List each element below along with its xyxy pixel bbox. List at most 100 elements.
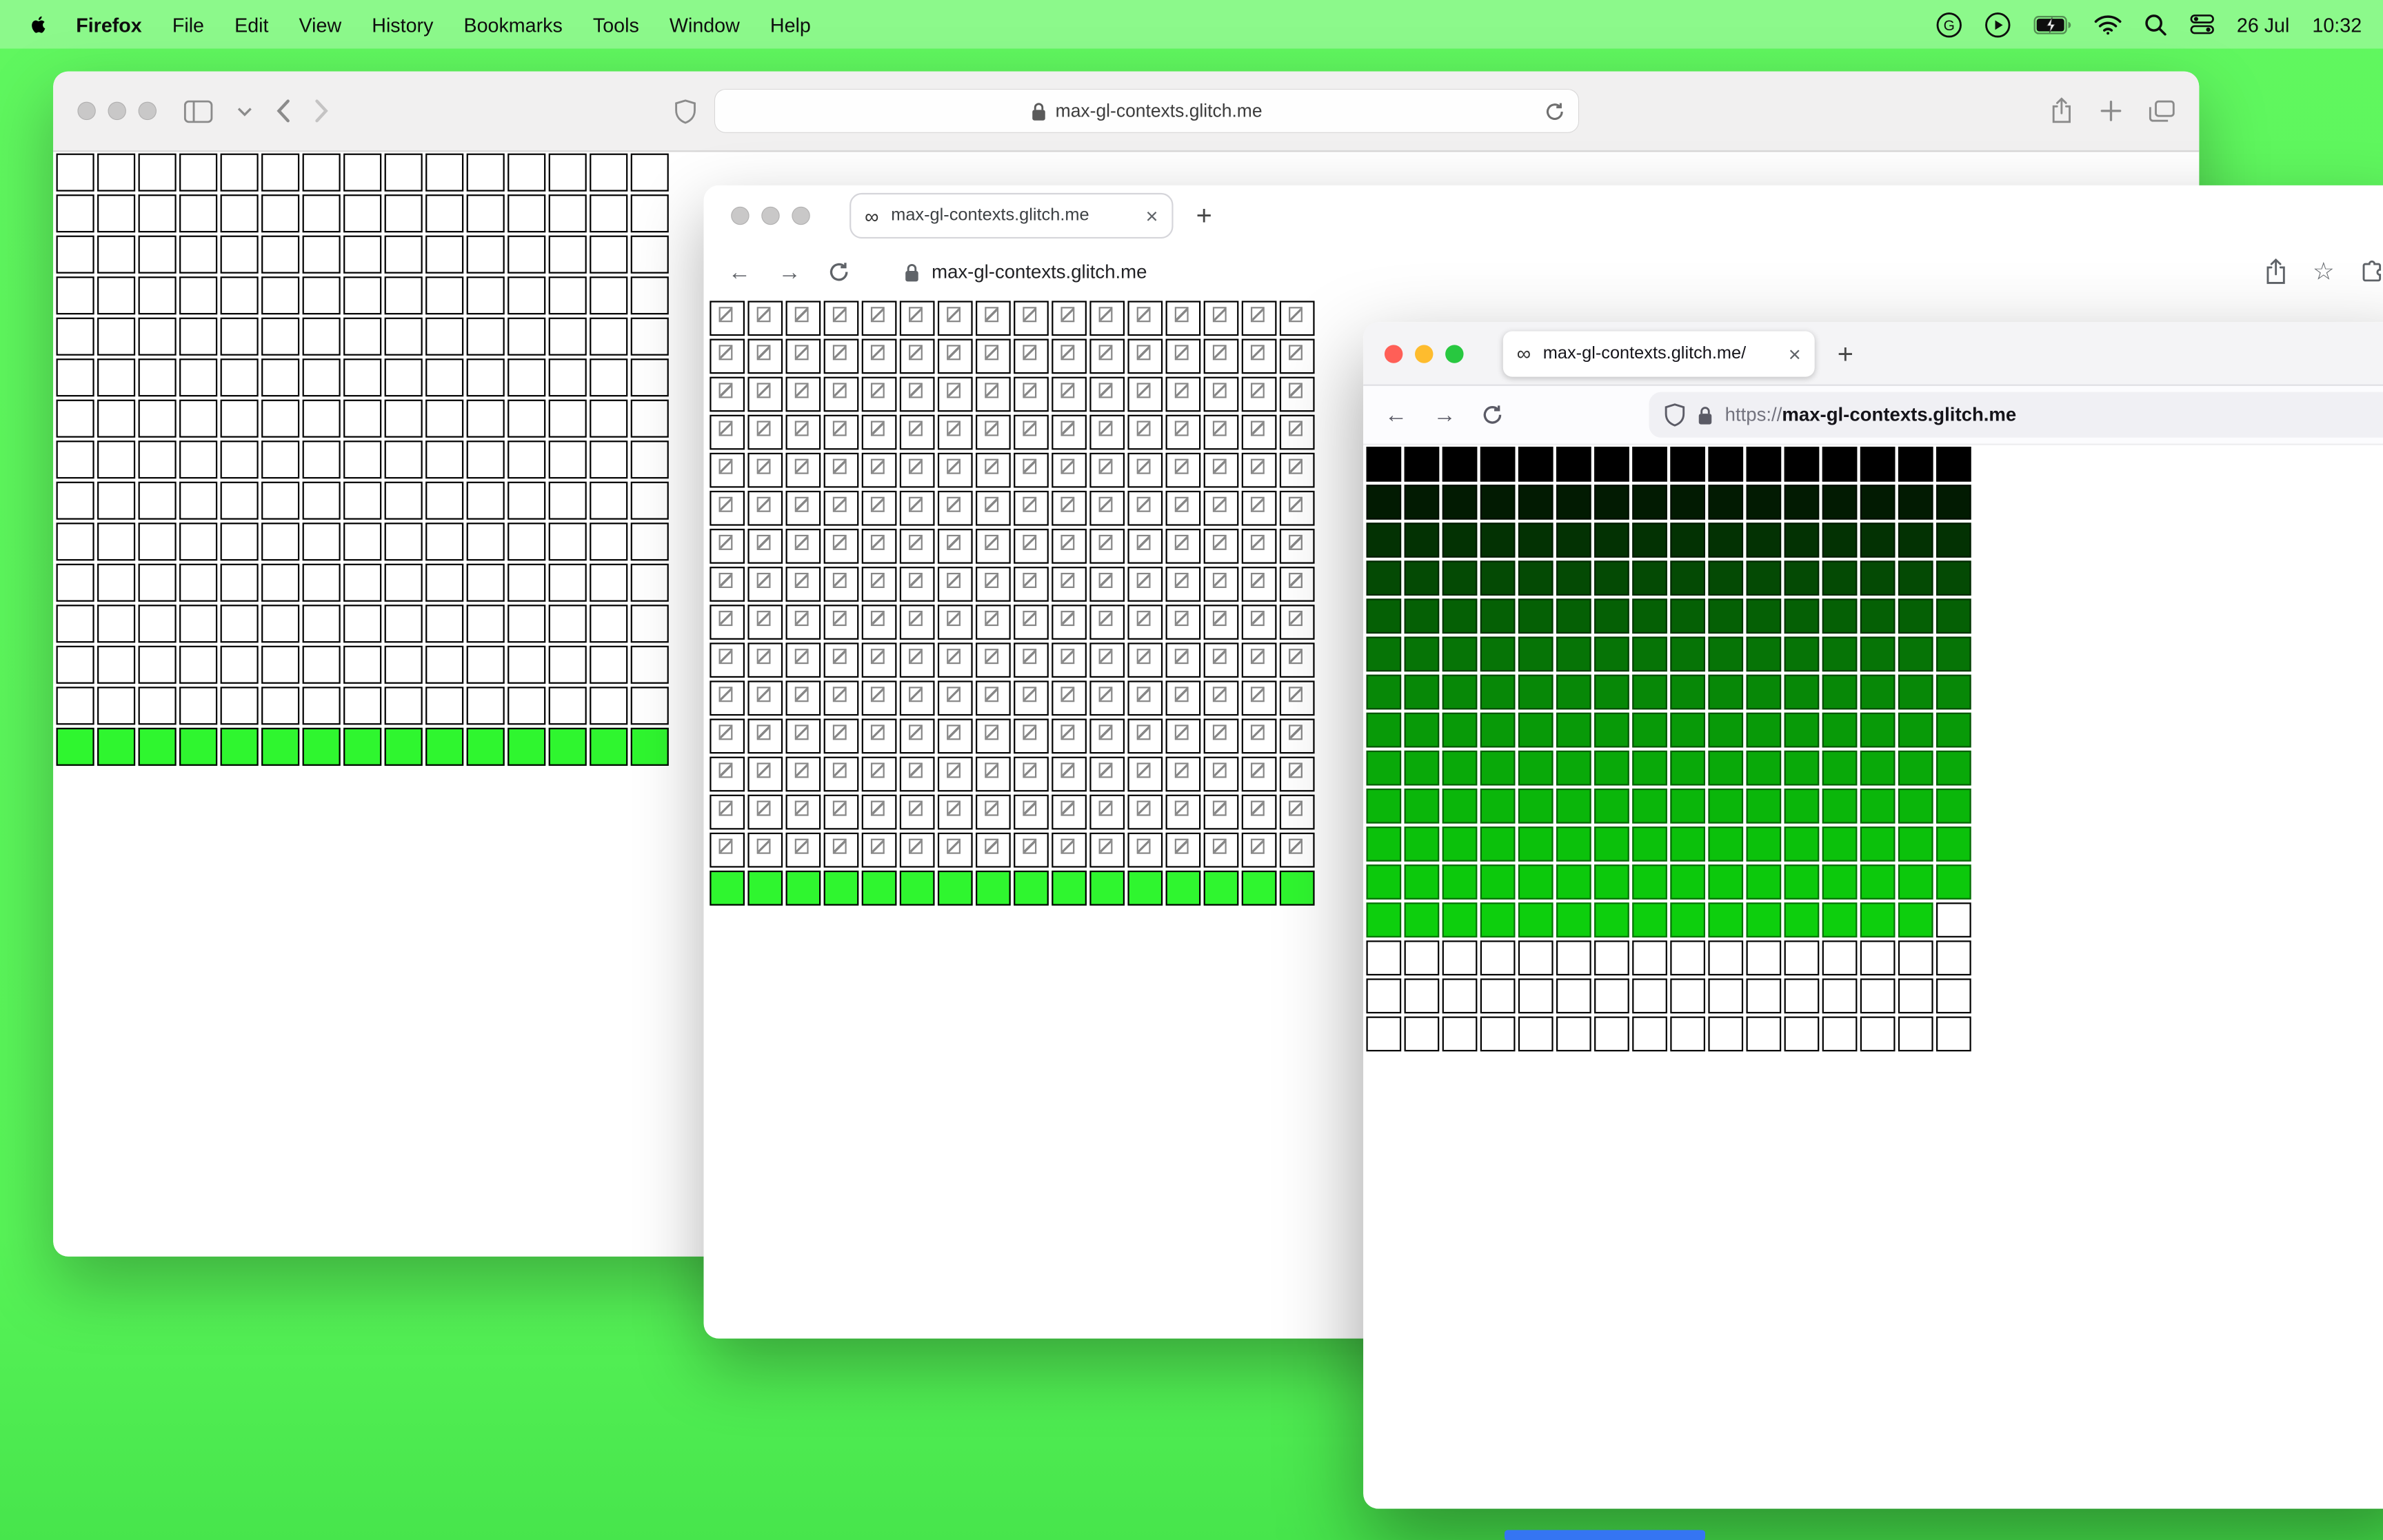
firefox-address-bar[interactable]: https://max-gl-contexts.glitch.me [1649, 392, 2383, 438]
close-tab-icon[interactable]: × [1789, 343, 1801, 364]
menu-window[interactable]: Window [654, 13, 755, 36]
broken-image-icon [1136, 725, 1151, 740]
back-icon[interactable]: ← [728, 261, 751, 283]
menu-file[interactable]: File [157, 13, 219, 36]
menu-view[interactable]: View [284, 13, 357, 36]
extensions-puzzle-icon[interactable] [2360, 260, 2383, 284]
close-window-button[interactable] [77, 101, 96, 121]
share-icon[interactable] [2264, 258, 2286, 286]
share-icon[interactable] [2050, 97, 2073, 125]
menu-history[interactable]: History [356, 13, 448, 36]
grid-cell [56, 276, 94, 315]
lock-icon[interactable] [1698, 405, 1713, 425]
grid-cell [1241, 414, 1277, 450]
safari-address-bar[interactable]: max-gl-contexts.glitch.me [715, 90, 1578, 132]
menu-tools[interactable]: Tools [578, 13, 654, 36]
grid-cell [630, 727, 669, 766]
wifi-icon[interactable] [2094, 14, 2122, 34]
broken-image-icon [947, 572, 961, 588]
firefox-active-tab[interactable]: ∞ max-gl-contexts.glitch.me/ × [1502, 330, 1815, 376]
broken-image-icon [1098, 534, 1113, 550]
reload-icon[interactable] [1545, 101, 1565, 121]
broken-image-icon [756, 611, 771, 627]
grid-cell [899, 870, 935, 906]
broken-image-icon [1212, 725, 1227, 740]
menubar-app-name[interactable]: Firefox [61, 13, 157, 36]
bookmark-star-icon[interactable]: ☆ [2313, 256, 2335, 287]
tab-overview-icon[interactable] [2149, 99, 2175, 122]
battery-charging-icon[interactable] [2033, 14, 2071, 34]
lock-icon[interactable] [904, 262, 919, 282]
new-tab-button[interactable]: + [1838, 340, 1853, 367]
menubar-date[interactable]: 26 Jul [2237, 13, 2289, 36]
grid-cell [1670, 447, 1705, 482]
close-window-button[interactable] [731, 206, 750, 225]
reload-icon[interactable] [1482, 404, 1503, 425]
apple-menu[interactable] [21, 12, 61, 37]
grid-cell [466, 645, 505, 684]
tracking-protection-shield-icon[interactable] [1664, 403, 1685, 427]
spotlight-search-icon[interactable] [2144, 13, 2166, 36]
reload-icon[interactable] [828, 261, 849, 283]
back-icon[interactable] [276, 99, 290, 123]
sidebar-toggle-icon[interactable] [183, 99, 213, 123]
grid-cell [823, 718, 859, 754]
menu-help[interactable]: Help [755, 13, 826, 36]
grid-cell [1203, 718, 1239, 754]
broken-image-icon [1174, 800, 1189, 816]
grid-cell [138, 194, 177, 233]
privacy-shield-icon[interactable] [674, 98, 697, 123]
minimize-window-button[interactable] [761, 206, 780, 225]
new-tab-button[interactable]: + [1196, 202, 1212, 230]
zoom-window-button[interactable] [138, 101, 157, 121]
control-center-icon[interactable] [2189, 12, 2214, 37]
broken-image-icon [1212, 496, 1227, 512]
grid-cell [56, 645, 94, 684]
grid-cell [466, 563, 505, 602]
broken-image-icon [1098, 345, 1113, 361]
grid-cell [1165, 529, 1201, 564]
grid-cell [1670, 978, 1705, 1014]
minimize-window-button[interactable] [1415, 344, 1434, 363]
broken-image-icon [718, 762, 733, 778]
grid-cell [1165, 301, 1201, 336]
zoom-window-button[interactable] [792, 206, 810, 225]
forward-icon[interactable] [314, 99, 328, 123]
chrome-active-tab[interactable]: ∞ max-gl-contexts.glitch.me × [849, 192, 1174, 239]
menubar-clock[interactable]: 10:32 [2312, 13, 2362, 36]
grid-cell [1518, 750, 1554, 786]
grid-cell [1404, 636, 1440, 672]
grammarly-icon[interactable]: G [1935, 12, 1962, 37]
broken-image-icon [794, 572, 809, 588]
chrome-address-bar[interactable]: max-gl-contexts.glitch.me [932, 261, 1147, 283]
dock-peek-window[interactable] [1505, 1530, 1705, 1540]
broken-image-icon [1098, 496, 1113, 512]
grid-cell [1052, 376, 1087, 412]
menu-edit[interactable]: Edit [219, 13, 283, 36]
grid-cell [261, 645, 300, 684]
grid-cell [138, 645, 177, 684]
grid-cell [1442, 447, 1478, 482]
grid-cell [747, 870, 783, 906]
play-circle-icon[interactable] [1984, 12, 2010, 37]
forward-icon[interactable]: → [1433, 403, 1456, 426]
grid-cell [1279, 605, 1315, 640]
back-icon[interactable]: ← [1385, 403, 1407, 426]
broken-image-icon [1098, 725, 1113, 740]
minimize-window-button[interactable] [108, 101, 126, 121]
grid-cell [548, 687, 587, 725]
grid-cell [710, 301, 745, 336]
grid-cell [179, 153, 218, 192]
broken-image-icon [756, 421, 771, 436]
close-window-button[interactable] [1384, 344, 1403, 363]
zoom-window-button[interactable] [1445, 344, 1464, 363]
broken-image-icon [909, 649, 923, 665]
chevron-down-icon[interactable] [237, 105, 252, 116]
forward-icon[interactable]: → [778, 261, 801, 283]
close-tab-icon[interactable]: × [1145, 205, 1158, 227]
grid-cell [861, 414, 897, 450]
grid-cell [302, 563, 341, 602]
lock-icon [1032, 102, 1045, 120]
menu-bookmarks[interactable]: Bookmarks [448, 13, 577, 36]
new-tab-icon[interactable] [2100, 100, 2122, 121]
